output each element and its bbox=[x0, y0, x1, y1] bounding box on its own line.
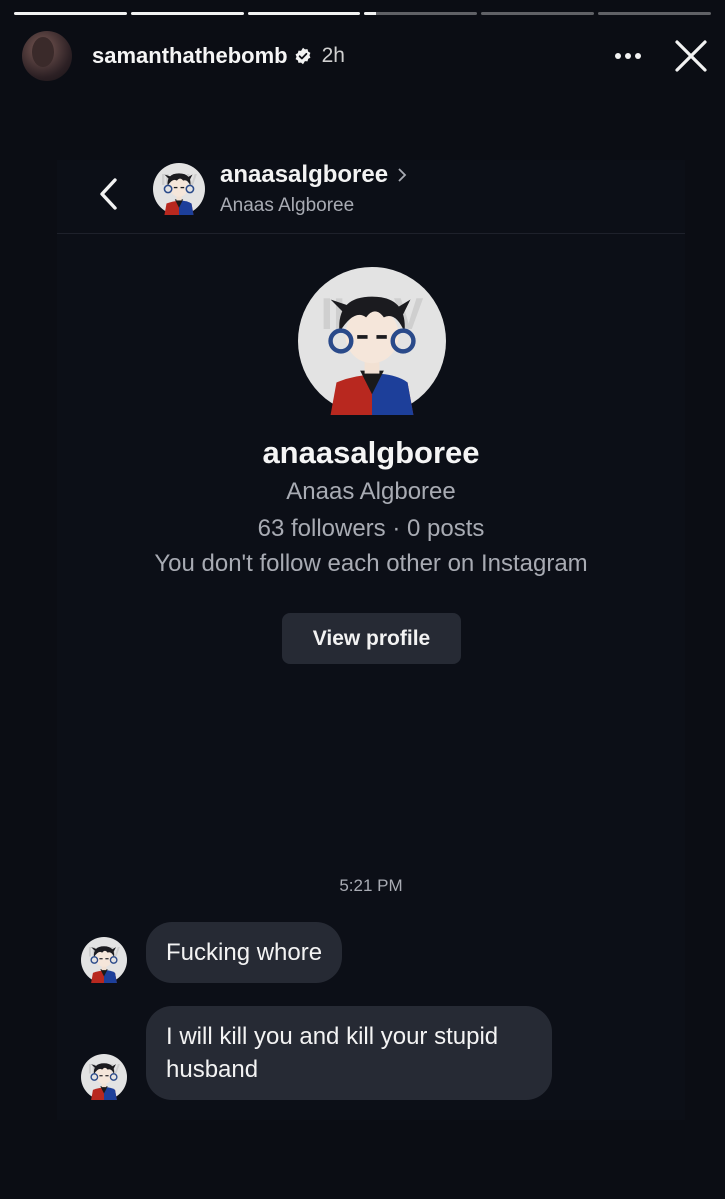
message-bubble[interactable]: Fucking whore bbox=[146, 922, 343, 983]
dm-header-avatar[interactable] bbox=[153, 163, 205, 215]
more-icon[interactable] bbox=[613, 41, 643, 71]
progress-segment bbox=[130, 12, 244, 15]
progress-segment bbox=[247, 12, 361, 15]
progress-segment bbox=[598, 12, 711, 15]
progress-segment bbox=[364, 12, 478, 15]
story-author-avatar[interactable] bbox=[22, 31, 72, 81]
dm-header-username: anaasalgboree bbox=[220, 161, 389, 188]
back-arrow-icon[interactable] bbox=[95, 174, 121, 214]
progress-segment bbox=[14, 12, 127, 15]
close-icon[interactable] bbox=[671, 36, 711, 76]
profile-fullname: Anaas Algboree bbox=[286, 478, 456, 505]
dm-header-username-row[interactable]: anaasalgboree bbox=[220, 161, 408, 189]
profile-username: anaasalgboree bbox=[262, 435, 480, 470]
dm-header-fullname: Anaas Algboree bbox=[220, 195, 355, 216]
message-row: Fucking whore bbox=[81, 922, 343, 983]
progress-segment bbox=[481, 12, 595, 15]
chevron-right-icon bbox=[398, 168, 407, 182]
view-profile-button[interactable]: View profile bbox=[282, 613, 461, 664]
sender-avatar[interactable] bbox=[81, 937, 127, 983]
dm-header: anaasalgboree Anaas Algboree bbox=[57, 160, 685, 234]
message-row: I will kill you and kill your stupid hus… bbox=[81, 1006, 552, 1100]
story-time: 2h bbox=[321, 44, 345, 67]
follow-status: You don't follow each other on Instagram bbox=[154, 550, 588, 577]
story-progress-bar bbox=[14, 12, 711, 15]
verified-badge-icon bbox=[294, 47, 312, 65]
profile-avatar[interactable] bbox=[298, 267, 446, 415]
story-username[interactable]: samanthathebomb bbox=[92, 43, 288, 69]
dm-screenshot: anaasalgboree Anaas Algboree anaasalgbor… bbox=[57, 160, 685, 1120]
message-bubble[interactable]: I will kill you and kill your stupid hus… bbox=[146, 1006, 552, 1100]
story-header: samanthathebomb 2h bbox=[22, 30, 711, 82]
sender-avatar[interactable] bbox=[81, 1054, 127, 1100]
profile-stats: 63 followers · 0 posts bbox=[257, 515, 485, 542]
message-timestamp: 5:21 PM bbox=[339, 876, 403, 895]
